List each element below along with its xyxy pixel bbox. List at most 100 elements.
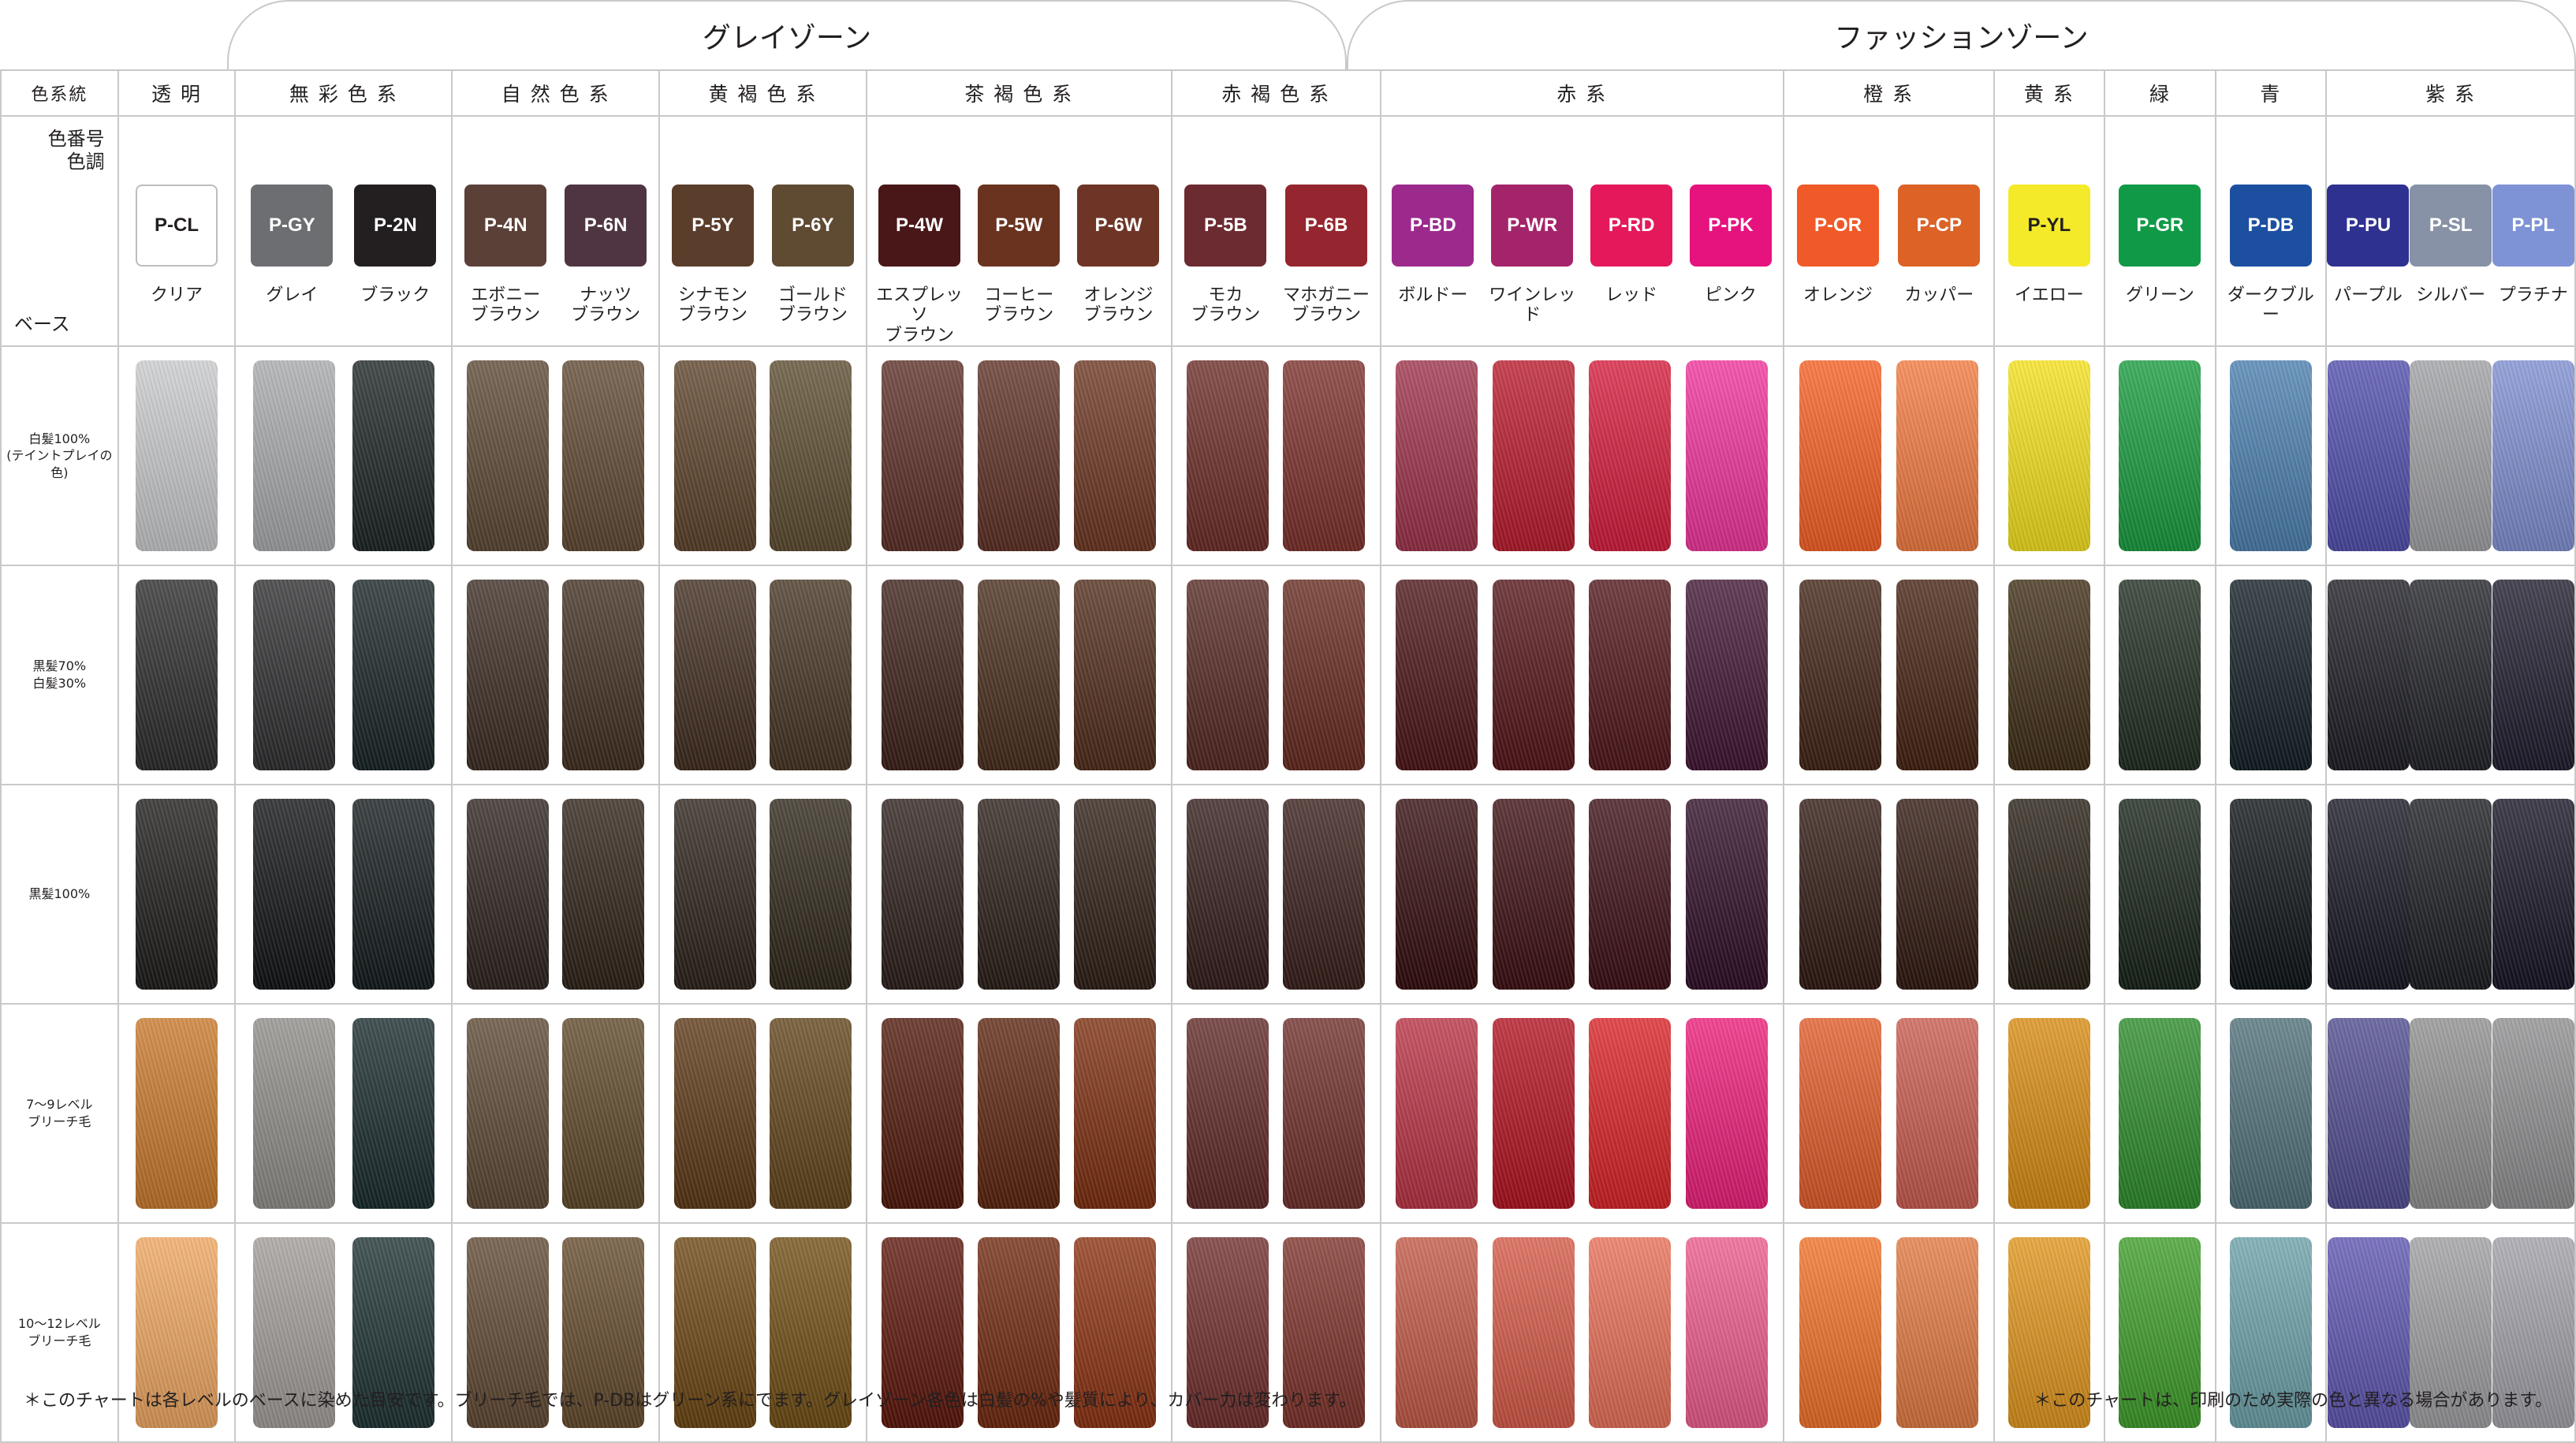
- hair-swatch: [2119, 579, 2201, 770]
- hair-swatch: [1187, 798, 1269, 990]
- swatch-group: [1785, 567, 1993, 783]
- color-name: クリア: [150, 285, 203, 305]
- color-code-cell: P-4N エボニー ブラウン P-6N ナッツ ブラウン: [451, 115, 661, 347]
- color-chip: P-6Y: [771, 185, 854, 267]
- swatch-group: [120, 567, 234, 783]
- swatch-group: [1173, 1005, 1379, 1221]
- swatch-cell: [451, 345, 661, 566]
- swatch-cell: [658, 564, 867, 785]
- color-chip: P-4W: [878, 185, 961, 267]
- hair-swatch: [136, 1017, 218, 1209]
- swatch-group: [868, 567, 1170, 783]
- hair-swatch: [1396, 1017, 1478, 1209]
- hair-swatch: [2229, 798, 2312, 990]
- swatch-group: [2217, 348, 2325, 564]
- swatch-cell: [2104, 345, 2216, 566]
- swatch-cell: [1379, 1002, 1784, 1224]
- color-code-item: P-PU パープル: [2328, 117, 2410, 305]
- color-chip: P-WR: [1491, 185, 1574, 267]
- zone-header-row: グレイゾーン ファッションゾーン: [0, 0, 2576, 69]
- hair-swatch: [2410, 360, 2492, 551]
- swatch-group: [237, 567, 450, 783]
- hair-swatch: [2229, 579, 2312, 770]
- color-code-item: P-BD ボルドー: [1385, 117, 1480, 305]
- hair-swatch: [1686, 1236, 1769, 1428]
- color-chip: P-PL: [2492, 185, 2574, 267]
- base-row: 黒髪100%: [0, 783, 2576, 1005]
- hair-swatch: [2410, 798, 2492, 990]
- swatch-cell: [865, 783, 1172, 1005]
- hair-swatch: [978, 798, 1061, 990]
- swatch-cell: [451, 783, 661, 1005]
- color-code-cell: P-GR グリーン: [2104, 115, 2216, 347]
- color-chip: P-YL: [2007, 185, 2090, 267]
- color-chip: P-DB: [2229, 185, 2312, 267]
- base-label-cell: 白髪100% (テイントプレイの色): [0, 345, 119, 566]
- swatch-cell: [658, 1002, 867, 1224]
- footnote-right: ＊このチャートは、印刷のため実際の色と異なる場合があります。: [2034, 1391, 2552, 1411]
- color-chip: P-BD: [1392, 185, 1474, 267]
- swatch-group: [2217, 786, 2325, 1002]
- color-name: ダークブルー: [2227, 285, 2314, 326]
- color-name: レッド: [1605, 285, 1658, 305]
- hair-swatch: [1896, 1017, 1978, 1209]
- swatch-cell: [2104, 564, 2216, 785]
- swatch-group: [1382, 348, 1782, 564]
- swatch-cell: [2214, 783, 2328, 1005]
- color-code-group: P-4W エスプレッソ ブラウン P-5W コーヒー ブラウン P-6W オレンジ ブラウ…: [868, 117, 1170, 345]
- swatch-group: [1382, 1225, 1782, 1441]
- base-row: 黒髪70% 白髪30%: [0, 564, 2576, 785]
- swatch-group: [453, 348, 658, 564]
- color-code-item: P-6Y ゴールド ブラウン: [766, 117, 860, 326]
- color-name: ナッツ ブラウン: [571, 285, 641, 326]
- swatch-cell: [1993, 564, 2106, 785]
- color-code-group: P-DB ダークブルー: [2217, 117, 2325, 345]
- color-code-group: P-BD ボルドー P-WR ワインレッド P-RD レッド P-PK ピンク: [1382, 117, 1782, 345]
- hair-swatch: [466, 579, 549, 770]
- color-chip: P-SL: [2410, 185, 2492, 267]
- hair-swatch: [2007, 360, 2090, 551]
- hair-swatch: [352, 1017, 434, 1209]
- hair-swatch: [1896, 1236, 1978, 1428]
- hair-swatch: [2410, 1017, 2492, 1209]
- hair-swatch: [770, 360, 852, 551]
- swatch-cell: [117, 564, 237, 785]
- color-code-item: P-6N ナッツ ブラウン: [558, 117, 653, 326]
- category-cell: 緑: [2104, 69, 2216, 117]
- base-row: 7〜9レベル ブリーチ毛: [0, 1002, 2576, 1224]
- color-chip: P-CP: [1898, 185, 1981, 267]
- color-chip: P-5W: [978, 185, 1061, 267]
- hair-swatch: [1074, 798, 1157, 990]
- hair-swatch: [466, 798, 549, 990]
- swatch-group: [120, 786, 234, 1002]
- hair-swatch: [2328, 798, 2410, 990]
- swatch-cell: [2325, 783, 2576, 1005]
- category-cell: 黄 系: [1993, 69, 2106, 117]
- hair-swatch: [136, 798, 218, 990]
- hair-swatch: [2492, 579, 2574, 770]
- swatch-group: [2106, 1005, 2214, 1221]
- color-code-item: P-RD レッド: [1584, 117, 1679, 305]
- color-chip: P-PK: [1689, 185, 1772, 267]
- swatch-group: [2328, 1005, 2574, 1221]
- swatch-cell: [2104, 1002, 2216, 1224]
- color-code-group: P-4N エボニー ブラウン P-6N ナッツ ブラウン: [453, 117, 658, 345]
- color-name: カッパー: [1904, 285, 1974, 305]
- hair-swatch: [1187, 1017, 1269, 1209]
- hair-swatch: [2119, 360, 2201, 551]
- color-code-group: P-PU パープル P-SL シルバー P-PL プラチナ: [2328, 117, 2574, 345]
- hair-swatch: [562, 798, 645, 990]
- hair-swatch: [562, 360, 645, 551]
- swatch-group: [661, 567, 865, 783]
- hair-swatch: [978, 579, 1061, 770]
- swatch-cell: [1379, 783, 1784, 1005]
- hair-swatch: [673, 798, 756, 990]
- color-name: ピンク: [1704, 285, 1757, 305]
- swatch-group: [2106, 348, 2214, 564]
- hair-swatch: [253, 798, 335, 990]
- color-chip: P-OR: [1797, 185, 1880, 267]
- color-name: イエロー: [2014, 285, 2084, 305]
- hair-swatch: [1074, 1017, 1157, 1209]
- hair-swatch: [882, 360, 964, 551]
- swatch-cell: [234, 783, 453, 1005]
